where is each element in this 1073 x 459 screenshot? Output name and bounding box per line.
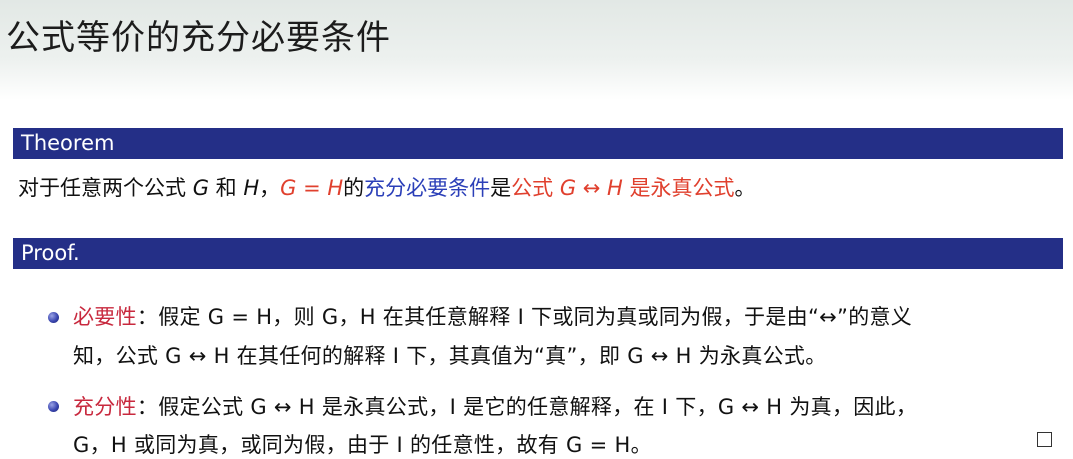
symbol-g: G: [192, 176, 209, 200]
sufficiency-label: 充分性: [73, 395, 137, 419]
slide-title: 公式等价的充分必要条件: [6, 18, 391, 58]
theorem-equality: G = H: [280, 176, 344, 200]
theorem-statement: 对于任意两个公式 G 和 H，G = H的充分必要条件是公式 G ↔ H 是永真…: [18, 172, 756, 202]
sufficiency-text-1: ：假定公式 G ↔ H 是永真公式，I 是它的任意解释，在 I 下，G ↔ H …: [136, 395, 918, 419]
proof-header: Proof.: [13, 238, 1063, 269]
theorem-condition: 充分必要条件: [364, 176, 491, 200]
necessity-text-1: ：假定 G = H，则 G，H 在其任意解释 I 下或同为真或同为假，于是由“↔…: [136, 305, 913, 329]
proof-necessity-line2: 知，公式 G ↔ H 在其任何的解释 I 下，其真值为“真”，即 G ↔ H 为…: [73, 344, 827, 368]
theorem-formula-label: 公式: [511, 176, 560, 200]
theorem-de: 的: [343, 176, 365, 200]
proof-necessity-line1: 必要性：假定 G = H，则 G，H 在其任意解释 I 下或同为真或同为假，于是…: [73, 301, 912, 331]
theorem-text-prefix: 对于任意两个公式: [18, 176, 193, 200]
qed-square-icon: [1037, 432, 1052, 447]
theorem-shi: 是: [490, 176, 512, 200]
bullet-icon: [48, 312, 59, 323]
theorem-comma: ，: [259, 176, 281, 200]
theorem-tautology: 是永真公式: [622, 176, 735, 200]
proof-sufficiency-line1: 充分性：假定公式 G ↔ H 是永真公式，I 是它的任意解释，在 I 下，G ↔…: [73, 391, 917, 421]
theorem-equivalence: G ↔ H: [559, 176, 623, 200]
proof-sufficiency-line2: G，H 或同为真，或同为假，由于 I 的任意性，故有 G = H。: [73, 433, 652, 457]
theorem-header: Theorem: [13, 128, 1063, 159]
theorem-period: 。: [734, 176, 756, 200]
bullet-icon: [48, 401, 59, 412]
necessity-label: 必要性: [73, 305, 137, 329]
theorem-text-and: 和: [208, 176, 244, 200]
symbol-h: H: [243, 176, 260, 200]
